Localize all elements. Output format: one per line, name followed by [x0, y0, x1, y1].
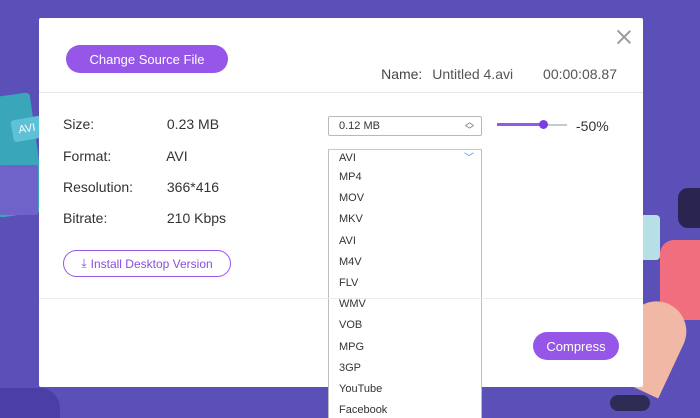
file-name: Untitled 4.avi	[432, 66, 514, 82]
bitrate-value: 210 Kbps	[166, 210, 227, 226]
file-info: Name: Untitled 4.avi 00:00:08.87	[381, 66, 617, 82]
format-option[interactable]: MP4	[329, 167, 481, 188]
format-option[interactable]: MOV	[329, 188, 481, 209]
compress-dialog: Change Source File Name: Untitled 4.avi …	[39, 18, 643, 418]
format-option[interactable]: VOB	[329, 315, 481, 336]
format-value: AVI	[166, 148, 188, 164]
install-label: Install Desktop Version	[90, 256, 213, 271]
size-label: Size:	[63, 116, 95, 132]
download-icon: ⤓	[81, 256, 87, 270]
background-decoration	[0, 165, 38, 215]
name-label: Name:	[381, 66, 423, 82]
format-option[interactable]: 3GP	[329, 358, 481, 379]
file-duration: 00:00:08.87	[543, 66, 617, 82]
format-option[interactable]: FLV	[329, 273, 481, 294]
illustration-object	[640, 215, 660, 260]
bitrate-label: Bitrate:	[63, 210, 108, 226]
install-desktop-version-button[interactable]: ⤓ Install Desktop Version	[63, 250, 231, 277]
divider	[39, 92, 643, 93]
format-option[interactable]: MPG	[329, 337, 481, 358]
change-source-file-button[interactable]: Change Source File	[66, 45, 228, 73]
format-option[interactable]: Facebook	[329, 400, 481, 418]
format-label: Format:	[63, 148, 112, 164]
target-size-value: 0.12 MB	[339, 120, 380, 132]
format-option[interactable]: AVI	[329, 231, 481, 252]
up-down-arrows-icon: ︿ ﹀	[464, 117, 474, 135]
format-selected[interactable]: AVI ﹀	[329, 150, 481, 167]
target-size-select[interactable]: 0.12 MB ︿ ﹀	[328, 116, 482, 136]
bitrate-row: Bitrate: 210 Kbps	[63, 210, 226, 226]
format-option[interactable]: MKV	[329, 209, 481, 230]
format-option[interactable]: YouTube	[329, 379, 481, 400]
format-dropdown[interactable]: AVI ﹀ MP4 MOV MKV AVI M4V FLV WMV VOB MPG 3GP YouT…	[328, 149, 482, 418]
slider-handle[interactable]	[539, 120, 549, 129]
resolution-label: Resolution:	[63, 179, 134, 195]
compression-slider[interactable]	[497, 117, 567, 133]
size-row: Size: 0.23 MB	[63, 116, 219, 132]
format-row: Format: AVI	[63, 148, 188, 164]
divider	[39, 298, 643, 299]
format-option[interactable]: M4V	[329, 252, 481, 273]
chevron-down-icon: ﹀	[464, 153, 474, 164]
size-value: 0.23 MB	[166, 116, 220, 132]
compression-percent: -50%	[576, 118, 609, 134]
background-decoration	[0, 388, 60, 418]
format-options-list: MP4 MOV MKV AVI M4V FLV WMV VOB MPG 3GP YouTube Fac…	[329, 167, 481, 418]
compress-button[interactable]: Compress	[533, 332, 619, 360]
illustration-shoe	[610, 395, 650, 411]
illustration-head	[678, 188, 700, 228]
format-selected-value: AVI	[339, 152, 356, 164]
resolution-row: Resolution: 366*416	[63, 179, 219, 195]
close-icon[interactable]	[617, 30, 631, 44]
resolution-value: 366*416	[166, 179, 220, 195]
slider-fill	[497, 123, 544, 126]
